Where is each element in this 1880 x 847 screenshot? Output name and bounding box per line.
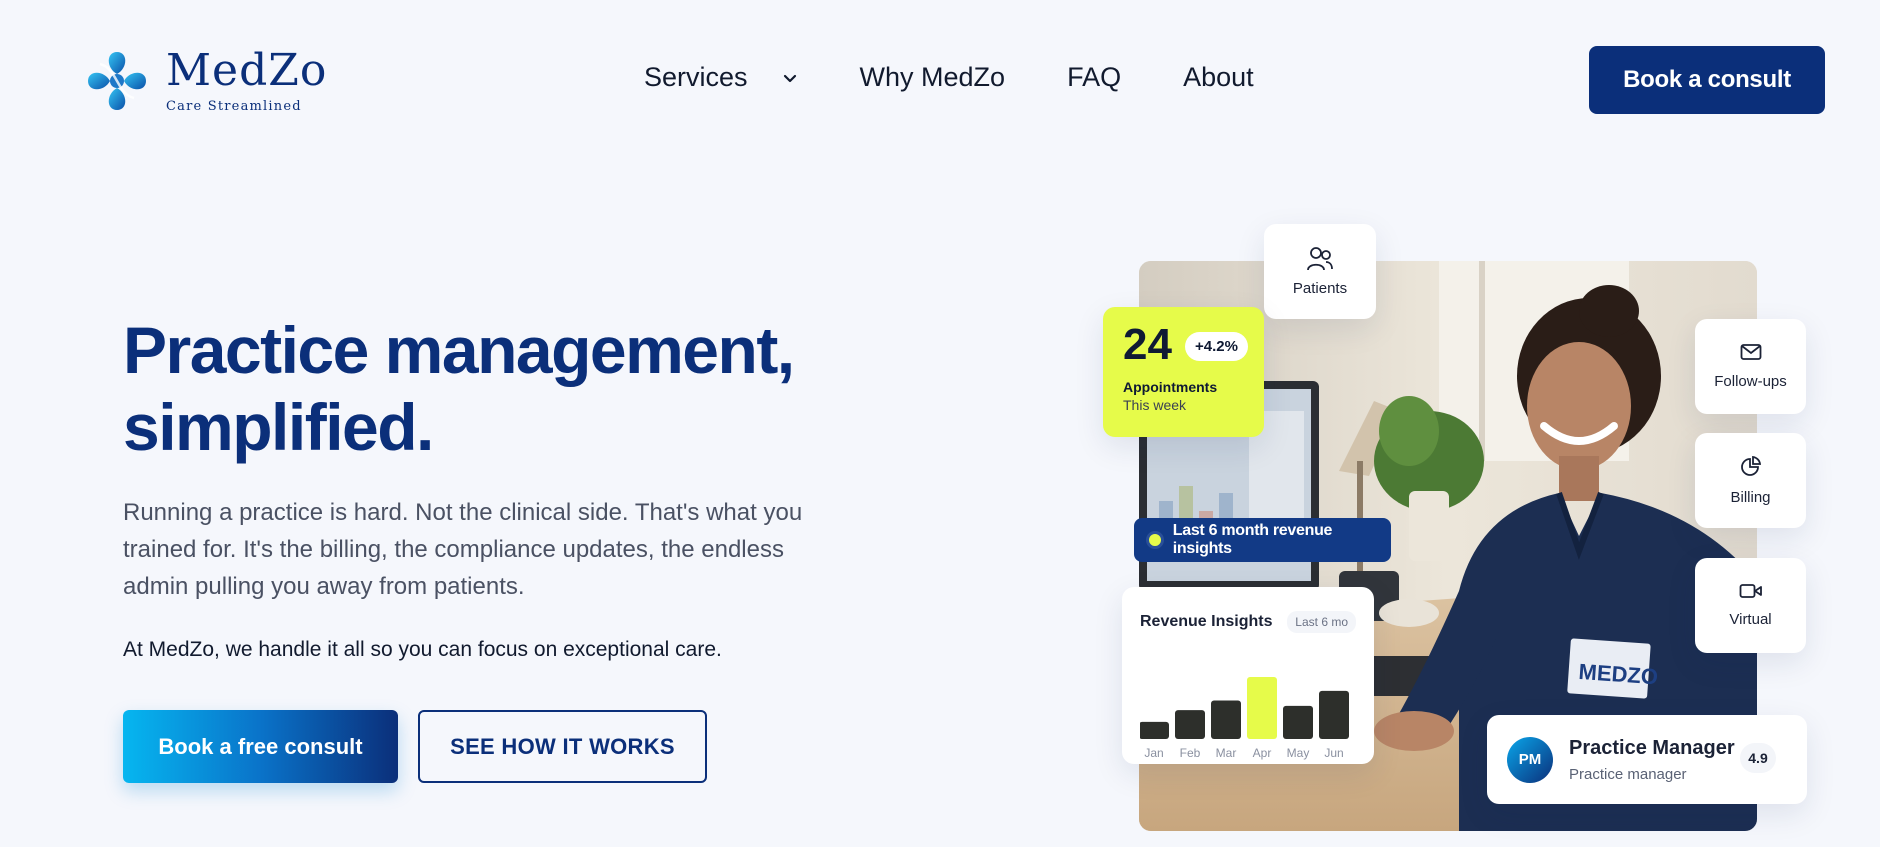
hero-paragraph: Running a practice is hard. Not the clin… <box>123 499 803 600</box>
bar-feb <box>1175 710 1205 739</box>
avatar: PM <box>1507 736 1553 783</box>
hero-title-line2: simplified. <box>123 390 434 464</box>
follow-ups-card[interactable]: Follow-ups <box>1695 319 1806 414</box>
revenue-card-title: Revenue Insights <box>1140 613 1273 630</box>
nav-item-faq[interactable]: FAQ <box>1067 62 1121 93</box>
appointments-card[interactable]: 24 +4.2% Appointments This week <box>1103 307 1264 437</box>
bar-label-feb: Feb <box>1180 746 1201 760</box>
nav-item-label: Services <box>644 62 748 92</box>
bar-may <box>1283 705 1313 739</box>
pie-chart-icon <box>1740 455 1761 476</box>
brand-name: MedZo <box>166 44 328 96</box>
brand-tagline: Care Streamlined <box>166 98 302 114</box>
bar-jun <box>1319 690 1349 739</box>
follow-ups-label: Follow-ups <box>1714 373 1787 390</box>
chevron-down-icon[interactable] <box>782 70 798 86</box>
virtual-label: Virtual <box>1729 611 1772 628</box>
site-header: MedZo Care Streamlined Services Why MedZ… <box>0 0 1880 160</box>
bar-label-jan: Jan <box>1144 746 1163 760</box>
nav-item-about[interactable]: About <box>1183 62 1254 93</box>
virtual-card[interactable]: Virtual <box>1695 558 1806 653</box>
manager-role: Practice manager <box>1569 765 1687 783</box>
patients-label: Patients <box>1292 280 1348 297</box>
see-how-it-works-button[interactable]: SEE HOW IT WORKS <box>418 710 707 783</box>
main-nav: Services Why MedZo FAQ About <box>644 62 1254 93</box>
rating-badge: 4.9 <box>1740 743 1776 773</box>
book-consult-button[interactable]: Book a consult <box>1589 46 1825 114</box>
users-icon <box>1307 247 1333 271</box>
revenue-insights-pill[interactable]: Last 6 month revenue insights <box>1134 518 1391 562</box>
bar-label-may: May <box>1287 746 1310 760</box>
book-free-consult-button[interactable]: Book a free consult <box>123 710 398 783</box>
hero-title: Practice management, simplified. <box>123 312 843 466</box>
appointments-period: This week <box>1123 397 1187 413</box>
brand-logo[interactable]: MedZo Care Streamlined <box>82 46 327 116</box>
video-icon <box>1739 584 1762 598</box>
billing-label: Billing <box>1730 489 1771 506</box>
hero-subtext: At MedZo, we handle it all so you can fo… <box>123 638 722 661</box>
appointments-label: Appointments <box>1123 379 1218 395</box>
mail-icon <box>1740 344 1761 360</box>
status-dot-icon <box>1146 531 1164 549</box>
revenue-range-badge[interactable]: Last 6 mo <box>1287 611 1356 633</box>
revenue-insights-pill-label: Last 6 month revenue insights <box>1172 522 1333 557</box>
bar-label-mar: Mar <box>1216 746 1237 760</box>
bar-jan <box>1140 721 1169 739</box>
bar-mar <box>1211 700 1241 739</box>
patients-card[interactable]: Patients <box>1264 224 1376 319</box>
nav-item-services[interactable]: Services <box>644 62 798 93</box>
practice-manager-card[interactable]: PM Practice Manager Practice manager 4.9 <box>1487 715 1807 804</box>
medzo-logo-icon <box>88 52 146 110</box>
billing-card[interactable]: Billing <box>1695 433 1806 528</box>
nav-item-why-medzo[interactable]: Why MedZo <box>860 62 1006 93</box>
appointments-change-badge: +4.2% <box>1185 332 1248 361</box>
revenue-insights-card[interactable]: Revenue Insights Last 6 mo Jan Feb Mar Apr M… <box>1122 587 1374 764</box>
manager-name: Practice Manager <box>1569 736 1735 759</box>
revenue-bar-chart: Jan Feb Mar Apr May Jun <box>1140 677 1349 760</box>
hero-title-line1: Practice management, <box>123 313 795 387</box>
bar-label-jun: Jun <box>1324 746 1343 760</box>
bar-apr <box>1247 677 1277 739</box>
bar-label-apr: Apr <box>1253 746 1272 760</box>
